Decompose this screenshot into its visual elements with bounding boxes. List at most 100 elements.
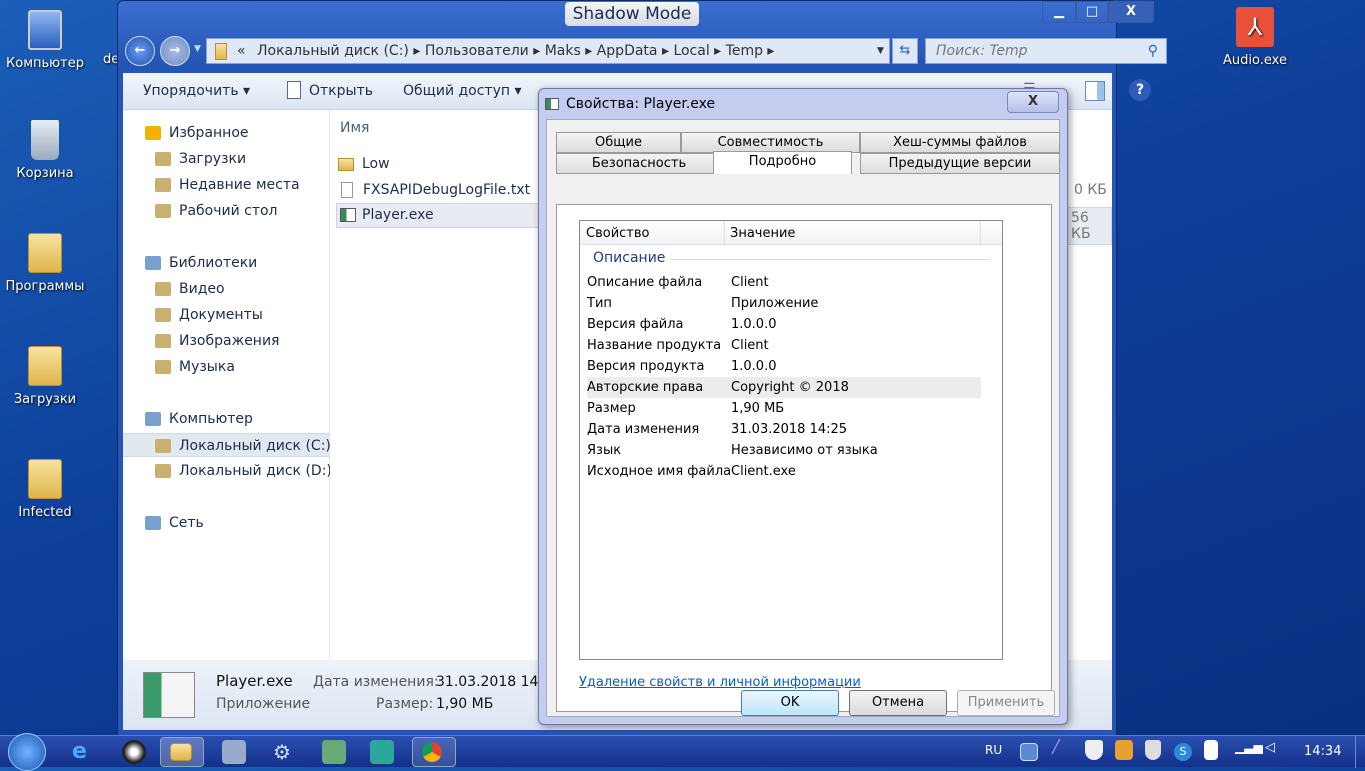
crumb[interactable]: Пользователи (425, 43, 529, 59)
property-row[interactable]: Тип Приложение (587, 293, 981, 314)
overflow-chevron[interactable]: « (237, 39, 246, 63)
tray-security-icon[interactable] (1145, 740, 1161, 760)
tray-action-center-icon[interactable] (1204, 740, 1218, 760)
properties-dialog: Свойства: Player.exe X Общие Совместимос… (538, 88, 1068, 725)
shadow-mode-badge: Shadow Mode (565, 2, 699, 26)
show-desktop-button[interactable] (1355, 736, 1365, 768)
tab-hashes[interactable]: Хеш-суммы файлов (860, 132, 1060, 153)
tray-shield-icon[interactable] (1085, 740, 1103, 760)
address-dropdown-icon[interactable]: ▼ (877, 39, 884, 63)
organize-button[interactable]: Упорядочить ▾ (143, 83, 250, 99)
desktop-icon-recycle-bin[interactable]: Корзина (0, 120, 90, 181)
open-icon (287, 81, 301, 99)
folder-icon (215, 43, 227, 60)
column-header-property[interactable]: Свойство (586, 226, 649, 241)
sidebar-item[interactable]: Загрузки (123, 147, 330, 171)
tray-feather-icon[interactable]: ╱ (1052, 740, 1066, 764)
tray-signal-icon[interactable]: ▁▃▅ (1235, 740, 1263, 764)
property-row[interactable]: Исходное имя файла Client.exe (587, 461, 981, 482)
property-name: Версия продукта (587, 359, 705, 374)
property-row[interactable]: Версия файла 1.0.0.0 (587, 314, 981, 335)
crumb[interactable]: Maks (545, 43, 581, 59)
network-monitor-icon[interactable] (322, 740, 346, 764)
dialog-close-button[interactable]: X (1007, 91, 1059, 113)
sidebar-item[interactable]: Рабочий стол (123, 199, 330, 223)
column-header-value[interactable]: Значение (730, 226, 795, 241)
property-row[interactable]: Авторские права Copyright © 2018 (587, 377, 981, 398)
chrome-icon[interactable] (422, 742, 442, 762)
apply-button[interactable]: Применить (957, 690, 1055, 716)
folder-shortcut-icon (28, 346, 62, 386)
tab-security[interactable]: Безопасность (556, 153, 722, 174)
tab-compatibility[interactable]: Совместимость (681, 132, 860, 153)
open-button[interactable]: Открыть (309, 83, 373, 99)
maximize-button[interactable]: □ (1076, 1, 1108, 23)
forward-button[interactable]: → (160, 36, 190, 66)
sidebar-item[interactable]: Библиотеки (123, 251, 330, 275)
cancel-button[interactable]: Отмена (849, 690, 947, 716)
sidebar-item[interactable]: Документы (123, 303, 330, 327)
language-indicator[interactable]: RU (985, 743, 1002, 757)
minimize-button[interactable]: ▁ (1042, 1, 1076, 23)
property-row[interactable]: Название продукта Client (587, 335, 981, 356)
tool-icon[interactable] (370, 740, 394, 764)
crumb[interactable]: Local (673, 43, 709, 59)
crumb[interactable]: Temp (726, 43, 763, 59)
share-button[interactable]: Общий доступ ▾ (403, 83, 522, 99)
property-row[interactable]: Описание файла Client (587, 272, 981, 293)
tray-app-icon[interactable] (1020, 743, 1038, 761)
crumb[interactable]: AppData (597, 43, 658, 59)
sidebar-item[interactable]: Изображения (123, 329, 330, 353)
size-value: 1,90 МБ (436, 696, 494, 712)
sidebar-item[interactable]: Музыка (123, 355, 330, 379)
desktop-icon-programs[interactable]: Программы (0, 233, 90, 294)
tray-network-error-icon[interactable] (1115, 740, 1133, 760)
help-icon[interactable]: ? (1129, 79, 1151, 101)
refresh-button[interactable]: ⇆ (892, 38, 918, 64)
file-row-selected[interactable]: Player.exe (336, 203, 546, 228)
column-header-name[interactable]: Имя (340, 120, 369, 136)
crumb[interactable]: Локальный диск (C:) (257, 43, 409, 59)
close-button[interactable]: X (1108, 1, 1154, 23)
sidebar-item[interactable]: Компьютер (123, 407, 330, 431)
tab-general[interactable]: Общие (556, 132, 681, 153)
properties-list[interactable]: Свойство Значение Описание Описание файл… (579, 220, 1003, 660)
address-bar[interactable]: « Локальный диск (C:) ▸ Пользователи ▸ M… (206, 38, 890, 64)
back-button[interactable]: ← (125, 36, 155, 66)
desktop-icon-infected[interactable]: Infected (0, 459, 90, 520)
inkscape-icon[interactable] (122, 740, 146, 764)
property-row[interactable]: Язык Независимо от языка (587, 440, 981, 461)
tab-details[interactable]: Подробно (713, 151, 852, 174)
preview-pane-icon[interactable] (1085, 81, 1105, 101)
property-row[interactable]: Дата изменения 31.03.2018 14:25 (587, 419, 981, 440)
file-row[interactable]: FXSAPIDebugLogFile.txt (338, 178, 538, 202)
sidebar-item[interactable]: Избранное (123, 121, 330, 145)
tab-previous-versions[interactable]: Предыдущие версии (860, 153, 1060, 174)
settings-gear-icon[interactable]: ⚙ (270, 740, 294, 764)
search-icon: ⚲ (1147, 43, 1158, 59)
desktop-icon-computer[interactable]: Компьютер (0, 10, 90, 71)
sidebar-item[interactable]: Видео (123, 277, 330, 301)
sidebar-item[interactable]: Локальный диск (D:) (123, 459, 330, 483)
property-row[interactable]: Размер 1,90 МБ (587, 398, 981, 419)
recent-pages-dropdown[interactable]: ▼ (194, 44, 201, 54)
clock[interactable]: 14:34 (1304, 744, 1341, 759)
ok-button[interactable]: OK (741, 690, 839, 716)
sidebar-item[interactable]: Локальный диск (C:) (123, 433, 330, 457)
file-name: Player.exe (362, 207, 434, 223)
desktop-icon-audio-exe[interactable]: ⅄ Audio.exe (1210, 7, 1300, 68)
internet-explorer-icon[interactable]: e (72, 740, 96, 764)
sidebar-item[interactable]: Недавние места (123, 173, 330, 197)
property-value: 1,90 МБ (731, 401, 785, 416)
tray-volume-icon[interactable]: ◁ (1265, 740, 1279, 764)
search-input[interactable]: Поиск: Temp ⚲ (925, 38, 1167, 64)
tray-skype-icon[interactable]: S (1174, 743, 1192, 761)
file-row[interactable]: Low (338, 152, 538, 176)
start-button[interactable] (8, 733, 46, 771)
remove-properties-link[interactable]: Удаление свойств и личной информации (579, 675, 861, 690)
sidebar-item[interactable]: Сеть (123, 511, 330, 535)
property-row[interactable]: Версия продукта 1.0.0.0 (587, 356, 981, 377)
remote-desktop-icon[interactable] (222, 740, 246, 764)
desktop-icon-downloads[interactable]: Загрузки (0, 346, 90, 407)
label: Audio.exe (1223, 53, 1287, 68)
